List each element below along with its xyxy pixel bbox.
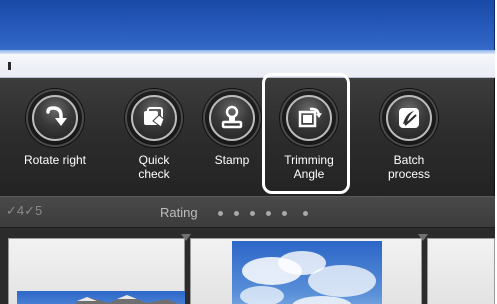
menu-strip-marker bbox=[8, 62, 11, 70]
stamp-label: Stamp bbox=[214, 153, 250, 167]
thumbnail-item[interactable] bbox=[8, 238, 185, 304]
rotate-right-ring bbox=[26, 89, 84, 147]
rating-star-5[interactable] bbox=[282, 211, 287, 216]
rating-check-marks[interactable]: ✓4✓5 bbox=[6, 203, 42, 219]
rotate-right-button[interactable]: Rotate right bbox=[10, 89, 100, 189]
quick-check-button[interactable]: Quick check bbox=[109, 89, 199, 189]
rating-star-6[interactable] bbox=[303, 211, 308, 216]
batch-process-label: Batch process bbox=[387, 153, 431, 181]
rating-star-3[interactable] bbox=[250, 211, 255, 216]
rating-star-1[interactable] bbox=[218, 211, 223, 216]
thumbnail-photo bbox=[17, 291, 185, 304]
trimming-angle-highlight bbox=[262, 73, 350, 194]
quick-check-ring bbox=[125, 89, 183, 147]
quick-check-label: Quick check bbox=[138, 153, 170, 181]
batch-process-button[interactable]: Batch process bbox=[364, 89, 454, 189]
thumbnail-photo bbox=[232, 241, 382, 304]
rotate-right-label: Rotate right bbox=[23, 153, 87, 167]
thumbnail-strip bbox=[0, 228, 495, 304]
quick-check-icon bbox=[131, 95, 177, 141]
tool-palette: Rotate right Quick check Stamp Trimming … bbox=[0, 78, 495, 196]
menu-strip bbox=[0, 54, 495, 78]
stamp-icon bbox=[209, 95, 255, 141]
rating-star-2[interactable] bbox=[234, 211, 239, 216]
app-window: Rotate right Quick check Stamp Trimming … bbox=[0, 0, 497, 304]
rating-label: Rating bbox=[160, 205, 198, 220]
batch-process-icon bbox=[386, 95, 432, 141]
thumbnail-item[interactable] bbox=[427, 238, 495, 304]
thumbnail-item[interactable] bbox=[190, 238, 422, 304]
rating-bar: ✓4✓5 Rating bbox=[0, 196, 495, 228]
stamp-ring bbox=[203, 89, 261, 147]
title-bar bbox=[0, 0, 495, 52]
batch-process-ring bbox=[380, 89, 438, 147]
rating-star-4[interactable] bbox=[266, 211, 271, 216]
rotate-right-icon bbox=[32, 95, 78, 141]
